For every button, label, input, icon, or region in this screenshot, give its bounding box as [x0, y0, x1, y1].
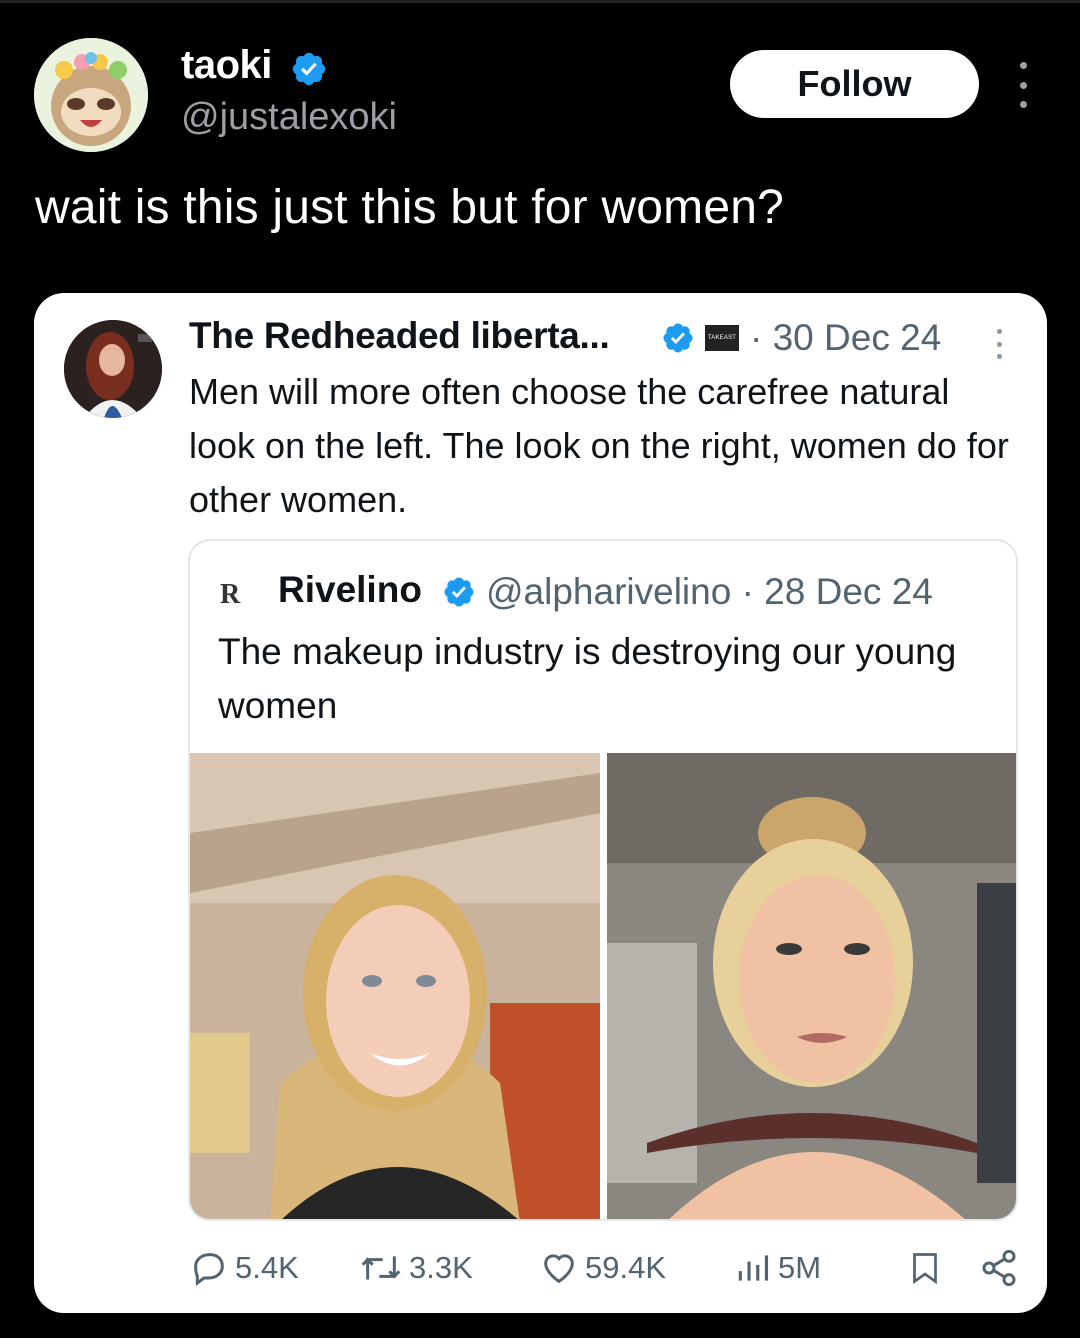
quoted-author-name[interactable]: The Redheaded liberta... — [189, 315, 610, 357]
reply-icon — [194, 1253, 224, 1286]
inner-author-name[interactable]: Rivelino — [278, 569, 422, 611]
action-bar: 5.4K 3.3K 59.4K 5M — [189, 1243, 1019, 1293]
reply-count: 5.4K — [235, 1250, 299, 1285]
post-text: wait is this just this but for women? — [35, 181, 785, 234]
repost-count: 3.3K — [409, 1250, 473, 1285]
quoted-date[interactable]: · 30 Dec 24 — [750, 317, 941, 359]
verified-icon — [663, 323, 693, 353]
author-avatar[interactable] — [34, 38, 148, 152]
quoted-author-avatar[interactable] — [64, 320, 162, 418]
repost-button[interactable]: 3.3K — [359, 1243, 473, 1293]
like-count: 59.4K — [585, 1250, 667, 1285]
author-name[interactable]: taoki — [181, 43, 272, 88]
bookmark-button[interactable] — [907, 1243, 949, 1293]
author-handle[interactable]: @justalexoki — [181, 96, 397, 139]
share-icon — [982, 1249, 1016, 1287]
verified-icon — [292, 52, 326, 86]
share-button[interactable] — [979, 1243, 1025, 1293]
media-image-left[interactable] — [190, 753, 600, 1219]
quoted-text: Men will more often choose the carefree … — [189, 371, 1009, 520]
bookmark-icon — [913, 1253, 937, 1285]
more-icon[interactable] — [994, 329, 1004, 359]
quoted-tweet-card[interactable]: The Redheaded liberta... TAKEAST · 30 De… — [34, 293, 1047, 1313]
more-icon[interactable] — [1010, 62, 1036, 108]
affiliate-badge: TAKEAST — [705, 325, 739, 351]
media-image-right[interactable] — [607, 753, 1016, 1219]
verified-icon — [444, 577, 474, 607]
views-button[interactable]: 5M — [734, 1243, 821, 1293]
inner-quote-card[interactable]: R Rivelino @alpharivelino · 28 Dec 24 Th… — [188, 539, 1018, 1221]
like-button[interactable]: 59.4K — [539, 1243, 666, 1293]
repost-icon — [361, 1256, 401, 1280]
inner-quote-text: The makeup industry is destroying our yo… — [218, 631, 957, 726]
views-icon — [738, 1255, 769, 1281]
status-divider — [0, 0, 1080, 3]
inner-author-handle[interactable]: @alpharivelino · 28 Dec 24 — [486, 571, 933, 613]
follow-button[interactable]: Follow — [730, 50, 979, 118]
inner-author-logo: R — [220, 579, 241, 610]
reply-button[interactable]: 5.4K — [189, 1243, 299, 1293]
views-count: 5M — [778, 1250, 822, 1285]
like-icon — [544, 1254, 574, 1284]
